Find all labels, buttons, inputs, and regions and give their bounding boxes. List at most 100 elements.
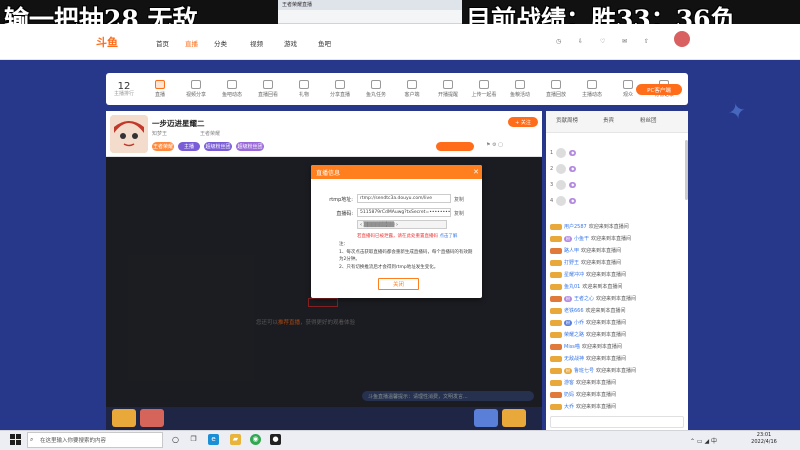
ranker-2[interactable]: 2 ◆ [550,162,684,176]
chat-scrollbar[interactable] [685,140,688,200]
tab-vip[interactable]: 贵宾 [603,116,614,124]
cat-item-7[interactable]: 鱼丸任务 [358,80,394,98]
follow-icon[interactable]: ♡ [600,38,605,45]
task-view-icon[interactable]: ❐ [188,434,199,445]
rtmp-field[interactable]: rtmp://sendtc3a.douyu.com/live [357,194,451,203]
chat-message: 老铁666 欢迎来到本直播间 [550,306,684,315]
ranker-1[interactable]: 1 ◆ [550,146,684,160]
tray-icons[interactable]: ⌃ ▭ ◢ 中 [690,436,717,445]
ranker-4[interactable]: 4 ◆ [550,194,684,208]
replay-icon [263,80,273,89]
report-link[interactable]: ⚑ ⚙ ▢ [486,142,536,151]
anchor-avatar[interactable] [110,115,148,153]
chat-input[interactable] [550,416,684,428]
nav-game[interactable]: 游戏 [284,38,297,48]
taskbar-search-input[interactable]: 在这里输入你要搜索的内容 [27,432,163,448]
windows-start-icon[interactable] [10,434,21,445]
share-button[interactable] [436,142,474,151]
code-select[interactable]: ‹ ▒▒▒▒▒▒▒▒ › [357,220,447,229]
cat-item-1[interactable]: 直播 [142,80,178,98]
follow-button[interactable]: + 关注 [508,117,538,127]
modal-notes: 注： 1、每次点击获取直播码都会重新生成直播码，每个直播码的有效期为2分钟。 2… [339,242,473,270]
playback-icon [551,80,561,89]
chrome-icon[interactable]: ◉ [250,434,261,445]
client-icon [407,80,417,89]
rank-count[interactable]: 12 主播排行 [106,81,142,97]
obs-icon[interactable]: ● [270,434,281,445]
gift-4-icon[interactable] [502,409,526,427]
pc-client-button[interactable]: PC客户端 [636,84,682,95]
cat-item-3[interactable]: 鱼吧动态 [214,80,250,98]
chat-message: 游客 欢迎来到本直播间 [550,378,684,387]
close-button[interactable]: 关闭 [378,278,419,290]
history-icon[interactable]: ◷ [556,38,561,45]
code-label: 直播码: [336,211,353,217]
wave-icon [227,80,237,89]
tab-weekly[interactable]: 贡献周榜 [556,116,578,124]
gift-2-icon[interactable] [140,409,164,427]
user-avatar[interactable] [673,30,691,48]
site-logo[interactable]: 斗鱼 [96,34,132,50]
watch-together-icon [479,80,489,89]
taskbar-clock[interactable]: 23:01 2022/4/16 [744,432,784,446]
tab-fans[interactable]: 粉丝团 [640,116,657,124]
message-icon[interactable]: ✉ [622,38,627,45]
cat-item-11[interactable]: 鱼粮活动 [502,80,538,98]
nav-live[interactable]: 直播 [185,38,198,48]
copy-rtmp-button[interactable]: 复制 [454,196,464,203]
cat-item-6[interactable]: 分享直播 [322,80,358,98]
gift-icon [299,80,309,89]
code-field[interactable]: 5115879rCdMAuwg?txSecret=•••••••••••• [357,208,451,217]
cat-item-2[interactable]: 视频分享 [178,80,214,98]
nav-home[interactable]: 首页 [156,38,169,48]
cat-item-9[interactable]: 开播提醒 [430,80,466,98]
download-icon[interactable]: ⇩ [578,38,583,45]
live-icon [155,80,165,89]
cat-item-10[interactable]: 上传一起看 [466,80,502,98]
alarm-icon [443,80,453,89]
room-category[interactable]: 王者荣耀 [200,130,220,137]
nav-yuba[interactable]: 鱼吧 [318,38,331,48]
gift-3-icon[interactable] [474,409,498,427]
video-icon [191,80,201,89]
anchor-icon [587,80,597,89]
badge-2: 主播 [178,142,200,151]
chat-message: 粉鲁班七号 欢迎来到本直播间 [550,366,684,375]
cat-item-5[interactable]: 礼物 [286,80,322,98]
search-icon: ⌕ [30,436,34,443]
chat-message: 粉王者之心 欢迎来到本直播间 [550,294,684,303]
upload-icon[interactable]: ⇧ [644,38,649,45]
browser-tab[interactable]: 王者荣耀直播 [278,0,462,10]
cat-item-12[interactable]: 直播回放 [538,80,574,98]
edge-icon[interactable]: e [208,434,219,445]
cat-item-8[interactable]: 客户端 [394,80,430,98]
rank-header [550,136,682,142]
badge-4: 超级粉丝团 [236,142,264,151]
chat-message: Miss喵 欢迎来到本直播间 [550,342,684,351]
copy-code-button[interactable]: 复制 [454,210,464,217]
stream-info-modal: 直播信息 ✕ rtmp地址: rtmp://sendtc3a.douyu.com… [311,165,482,298]
file-explorer-icon[interactable]: ▰ [230,434,241,445]
cortana-icon[interactable]: ○ [170,434,181,445]
chat-message: 粉小乔 欢迎来到本直播间 [550,318,684,327]
room-title: 一步迈进星耀二 [152,119,205,128]
nav-video[interactable]: 视频 [250,38,263,48]
task-icon [371,80,381,89]
gift-1-icon[interactable] [112,409,136,427]
cat-item-4[interactable]: 直播回看 [250,80,286,98]
cat-item-13[interactable]: 主播动态 [574,80,610,98]
fish-icon [515,80,525,89]
address-bar[interactable] [278,10,462,24]
close-icon[interactable]: ✕ [471,167,481,177]
share-icon [335,80,345,89]
chat-message: 粉小鱼干 欢迎来到本直播间 [550,234,684,243]
rtmp-label: rtmp地址: [329,197,353,203]
reset-warning: 若直播码已被泄露，请在此处重置直播码 点击了解 [357,234,458,239]
learn-more-link[interactable]: 点击了解 [439,234,457,239]
chat-message: 奶妈 欢迎来到本直播间 [550,390,684,399]
room-anchor-name[interactable]: 知梦王 [152,130,167,137]
nav-category[interactable]: 分类 [214,38,227,48]
chat-message: 大乔 欢迎来到本直播间 [550,402,684,411]
browser-tab-title: 王者荣耀直播 [282,2,313,8]
ranker-3[interactable]: 3 ◆ [550,178,684,192]
